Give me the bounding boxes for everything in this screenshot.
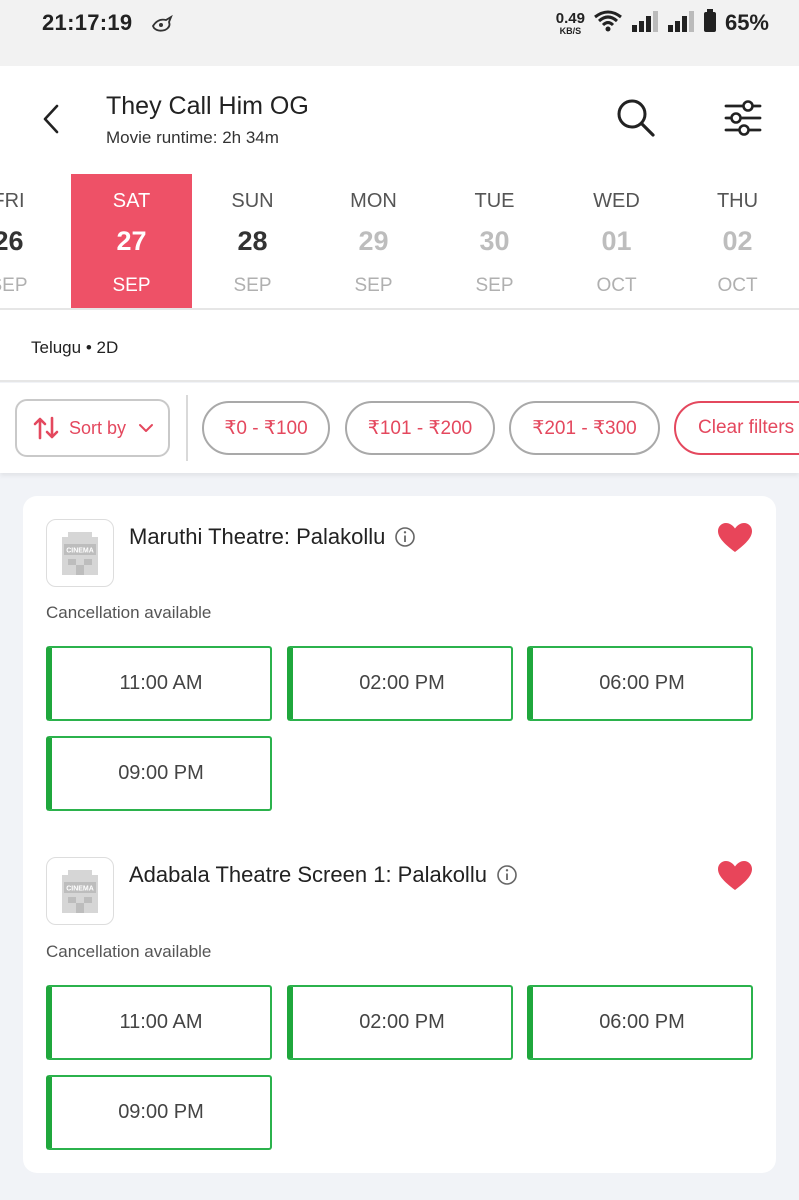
showtime-button[interactable]: 09:00 PM — [46, 736, 272, 811]
theatre-list-card: CINEMA Maruthi Theatre: Palakollu Cancel… — [23, 496, 776, 1173]
price-chip-0-100[interactable]: ₹0 - ₹100 — [202, 401, 330, 455]
price-chip-201-300[interactable]: ₹201 - ₹300 — [509, 401, 660, 455]
divider — [186, 395, 188, 461]
showtime-button[interactable]: 06:00 PM — [527, 646, 753, 721]
favorite-heart-icon[interactable] — [717, 522, 753, 554]
battery-icon — [703, 8, 717, 38]
favorite-heart-icon[interactable] — [717, 860, 753, 892]
app-header: They Call Him OG Movie runtime: 2h 34m — [0, 66, 799, 172]
info-icon[interactable] — [496, 864, 518, 886]
showtime-button[interactable]: 09:00 PM — [46, 1075, 272, 1150]
sort-arrows-icon — [33, 416, 59, 440]
date-item-thu-02[interactable]: THU 02 OCT — [677, 174, 798, 308]
showtime-button[interactable]: 06:00 PM — [527, 985, 753, 1060]
date-item-sat-27[interactable]: SAT 27 SEP — [71, 174, 192, 308]
back-button[interactable] — [34, 100, 68, 138]
sort-by-button[interactable]: Sort by — [15, 399, 170, 457]
notification-icon — [150, 14, 174, 39]
info-icon[interactable] — [394, 526, 416, 548]
back-arrow-icon — [43, 104, 59, 134]
sort-by-label: Sort by — [69, 417, 127, 438]
status-time: 21:17:19 — [42, 10, 133, 35]
date-item-fri-26[interactable]: FRI 26 SEP — [0, 174, 69, 308]
clear-filters-button[interactable]: Clear filters — [674, 401, 799, 455]
network-speed: 0.49 KB/S — [555, 9, 585, 36]
chevron-down-icon — [139, 424, 154, 432]
theatre-name[interactable]: Adabala Theatre Screen 1: Palakollu — [129, 862, 518, 888]
movie-runtime: Movie runtime: 2h 34m — [106, 128, 279, 147]
date-item-sun-28[interactable]: SUN 28 SEP — [192, 174, 313, 308]
movie-title: They Call Him OG — [106, 92, 309, 120]
theatre-name[interactable]: Maruthi Theatre: Palakollu — [129, 524, 416, 550]
search-button[interactable] — [614, 96, 658, 140]
theatre-logo: CINEMA — [46, 857, 114, 925]
showtime-button[interactable]: 02:00 PM — [287, 985, 513, 1060]
date-item-tue-30[interactable]: TUE 30 SEP — [434, 174, 555, 308]
filter-sliders-icon — [724, 100, 762, 136]
theatre-logo: CINEMA — [46, 519, 114, 587]
svg-text:CINEMA: CINEMA — [66, 886, 94, 893]
date-item-wed-01[interactable]: WED 01 OCT — [556, 174, 677, 308]
price-chip-101-200[interactable]: ₹101 - ₹200 — [345, 401, 495, 455]
cancellation-label: Cancellation available — [46, 942, 212, 961]
cancellation-label: Cancellation available — [46, 603, 212, 622]
status-bar: 21:17:19 0.49 KB/S 65% — [0, 0, 799, 66]
date-item-mon-29[interactable]: MON 29 SEP — [313, 174, 434, 308]
filter-button[interactable] — [722, 98, 764, 138]
showtime-button[interactable]: 02:00 PM — [287, 646, 513, 721]
battery-percent: 65% — [724, 10, 769, 35]
date-selector: FRI 26 SEP SAT 27 SEP SUN 28 SEP MON 29 … — [0, 172, 799, 310]
signal-icon — [631, 9, 659, 38]
language-format-bar: Telugu • 2D — [0, 310, 799, 382]
showtime-button[interactable]: 11:00 AM — [46, 646, 272, 721]
cinema-building-icon: CINEMA — [62, 870, 98, 913]
showtime-button[interactable]: 11:00 AM — [46, 985, 272, 1060]
filter-bar: Sort by ₹0 - ₹100 ₹101 - ₹200 ₹201 - ₹30… — [0, 383, 799, 473]
language-format-label: Telugu • 2D — [31, 338, 119, 357]
svg-text:CINEMA: CINEMA — [66, 548, 94, 555]
signal-icon-2 — [667, 9, 695, 38]
cinema-building-icon: CINEMA — [62, 532, 98, 575]
search-icon — [617, 99, 655, 137]
wifi-icon — [593, 9, 623, 38]
